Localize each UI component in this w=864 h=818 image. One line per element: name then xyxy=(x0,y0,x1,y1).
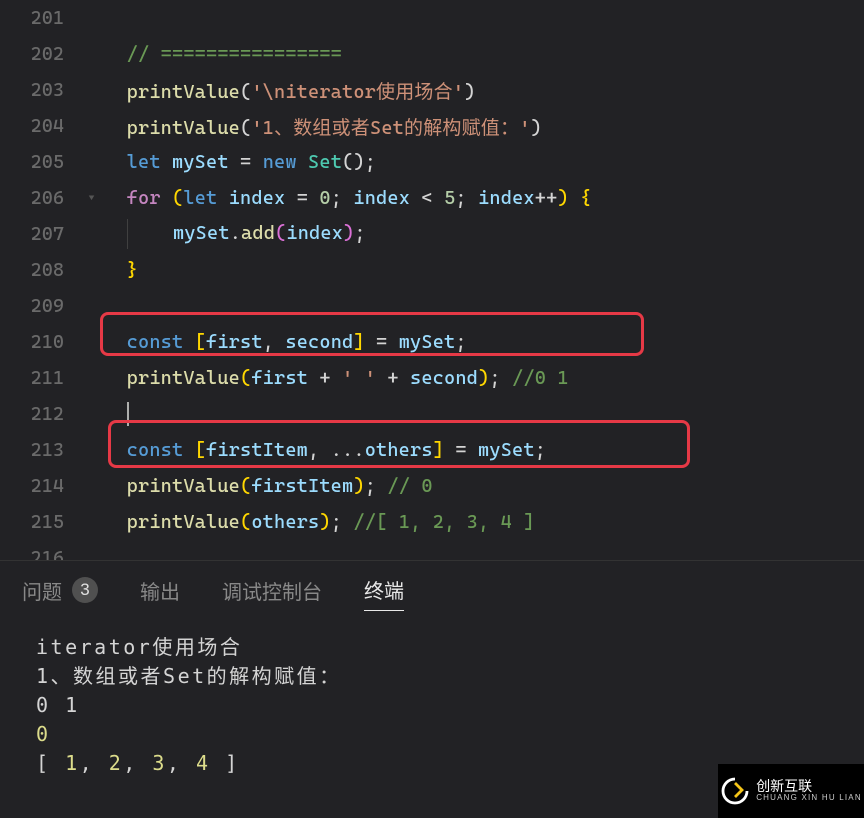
code-line[interactable]: 208 } xyxy=(0,252,864,288)
line-number: 205 xyxy=(0,151,88,173)
line-number: 207 xyxy=(0,223,88,245)
code-content[interactable]: printValue('1、数组或者Set的解构赋值：') xyxy=(104,113,864,140)
fold-gutter: ▾ xyxy=(88,191,104,205)
tab-output-label: 输出 xyxy=(140,576,180,605)
code-content[interactable] xyxy=(104,402,864,426)
watermark-sub: CHUANG XIN HU LIAN xyxy=(756,794,862,802)
code-editor[interactable]: 201 202 // ================203 printValu… xyxy=(0,0,864,560)
terminal-line: 1、数组或者Set的解构赋值： xyxy=(36,662,842,691)
code-content[interactable]: const [first, second] = mySet; xyxy=(104,331,864,353)
watermark-logo-icon xyxy=(720,776,750,806)
line-number: 203 xyxy=(0,79,88,101)
line-number: 209 xyxy=(0,295,88,317)
code-content[interactable]: let mySet = new Set(); xyxy=(104,151,864,173)
line-number: 206 xyxy=(0,187,88,209)
watermark-brand: 创新互联 xyxy=(756,779,862,794)
code-content[interactable] xyxy=(104,295,864,317)
panel-tabs: 问题 3 输出 调试控制台 终端 xyxy=(0,560,864,625)
code-content[interactable]: printValue(others); //[ 1, 2, 3, 4 ] xyxy=(104,511,864,533)
line-number: 214 xyxy=(0,475,88,497)
code-line[interactable]: 212 xyxy=(0,396,864,432)
line-number: 212 xyxy=(0,403,88,425)
code-content[interactable]: printValue(first + ' ' + second); //0 1 xyxy=(104,367,864,389)
code-line[interactable]: 214 printValue(firstItem); // 0 xyxy=(0,468,864,504)
terminal-line: 0 1 xyxy=(36,691,842,720)
code-content[interactable] xyxy=(104,547,864,560)
code-content[interactable]: const [firstItem, ...others] = mySet; xyxy=(104,439,864,461)
tab-terminal[interactable]: 终端 xyxy=(364,575,404,611)
code-content[interactable]: printValue('\niterator使用场合') xyxy=(104,77,864,104)
line-number: 215 xyxy=(0,511,88,533)
line-number: 201 xyxy=(0,7,88,29)
code-line[interactable]: 205 let mySet = new Set(); xyxy=(0,144,864,180)
code-line[interactable]: 209 xyxy=(0,288,864,324)
line-number: 202 xyxy=(0,43,88,65)
code-line[interactable]: 216 xyxy=(0,540,864,560)
tab-debug[interactable]: 调试控制台 xyxy=(222,576,322,611)
line-number: 208 xyxy=(0,259,88,281)
watermark: 创新互联 CHUANG XIN HU LIAN xyxy=(718,764,864,818)
tab-debug-label: 调试控制台 xyxy=(222,576,322,605)
code-content[interactable]: mySet.add(index); xyxy=(104,219,864,249)
code-line[interactable]: 215 printValue(others); //[ 1, 2, 3, 4 ] xyxy=(0,504,864,540)
tab-problems[interactable]: 问题 3 xyxy=(22,576,98,611)
code-line[interactable]: 204 printValue('1、数组或者Set的解构赋值：') xyxy=(0,108,864,144)
terminal-line: 0 xyxy=(36,720,842,749)
terminal-line: iterator使用场合 xyxy=(36,633,842,662)
code-content[interactable]: printValue(firstItem); // 0 xyxy=(104,475,864,497)
code-content[interactable]: for (let index = 0; index < 5; index++) … xyxy=(104,187,864,209)
tab-terminal-label: 终端 xyxy=(364,575,404,604)
problems-badge: 3 xyxy=(72,577,98,603)
line-number: 213 xyxy=(0,439,88,461)
tab-problems-label: 问题 xyxy=(22,576,62,605)
code-content[interactable]: // ================ xyxy=(104,43,864,65)
line-number: 204 xyxy=(0,115,88,137)
tab-output[interactable]: 输出 xyxy=(140,576,180,611)
code-line[interactable]: 210 const [first, second] = mySet; xyxy=(0,324,864,360)
code-line[interactable]: 211 printValue(first + ' ' + second); //… xyxy=(0,360,864,396)
code-line[interactable]: 207 mySet.add(index); xyxy=(0,216,864,252)
code-line[interactable]: 201 xyxy=(0,0,864,36)
line-number: 216 xyxy=(0,547,88,560)
line-number: 210 xyxy=(0,331,88,353)
code-line[interactable]: 213 const [firstItem, ...others] = mySet… xyxy=(0,432,864,468)
text-cursor xyxy=(127,402,129,426)
code-content[interactable]: } xyxy=(104,259,864,281)
watermark-text: 创新互联 CHUANG XIN HU LIAN xyxy=(756,779,862,802)
code-line[interactable]: 206▾ for (let index = 0; index < 5; inde… xyxy=(0,180,864,216)
code-line[interactable]: 203 printValue('\niterator使用场合') xyxy=(0,72,864,108)
code-content[interactable] xyxy=(104,7,864,29)
line-number: 211 xyxy=(0,367,88,389)
terminal-output[interactable]: iterator使用场合1、数组或者Set的解构赋值：0 10[ 1, 2, 3… xyxy=(0,625,864,778)
code-line[interactable]: 202 // ================ xyxy=(0,36,864,72)
